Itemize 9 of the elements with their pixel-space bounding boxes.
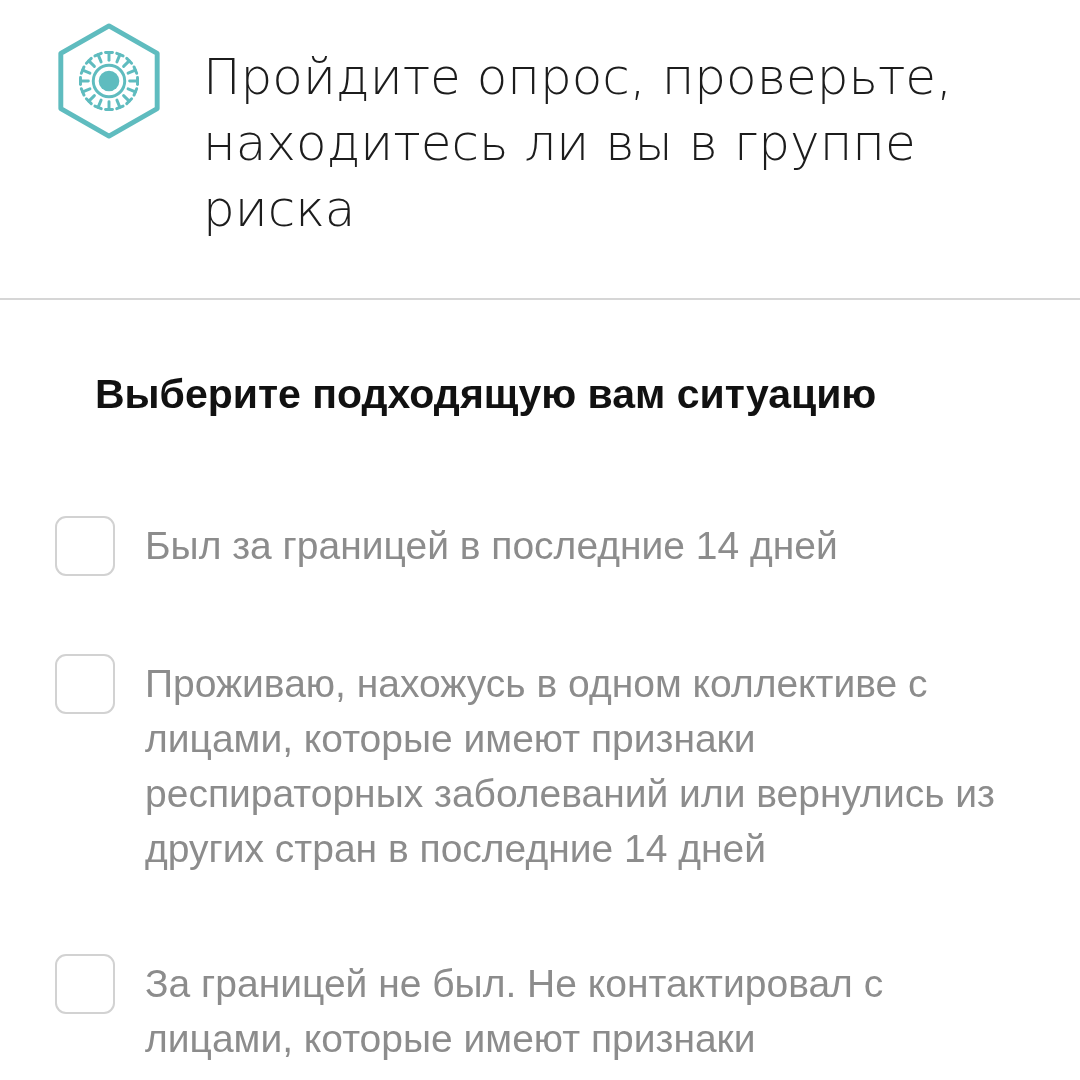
option-label[interactable]: За границей не был. Не контактировал с лицами, которые имеют признаки <box>145 956 1030 1066</box>
checkbox[interactable] <box>55 954 115 1014</box>
option-label[interactable]: Был за границей в последние 14 дней <box>145 518 1030 573</box>
checkbox[interactable] <box>55 516 115 576</box>
page-title: Пройдите опрос, проверьте, находитесь ли вы в группе риска <box>203 47 954 240</box>
virus-hexagon-icon <box>55 22 163 140</box>
option-label[interactable]: Проживаю, нахожусь в одном коллективе с лицами, которые имеют признаки респираторных заболеваний или вернулись из других стран в последние 14 дней <box>145 656 1030 876</box>
question-title: Выберите подходящую вам ситуацию <box>95 370 877 418</box>
checkbox[interactable] <box>55 654 115 714</box>
